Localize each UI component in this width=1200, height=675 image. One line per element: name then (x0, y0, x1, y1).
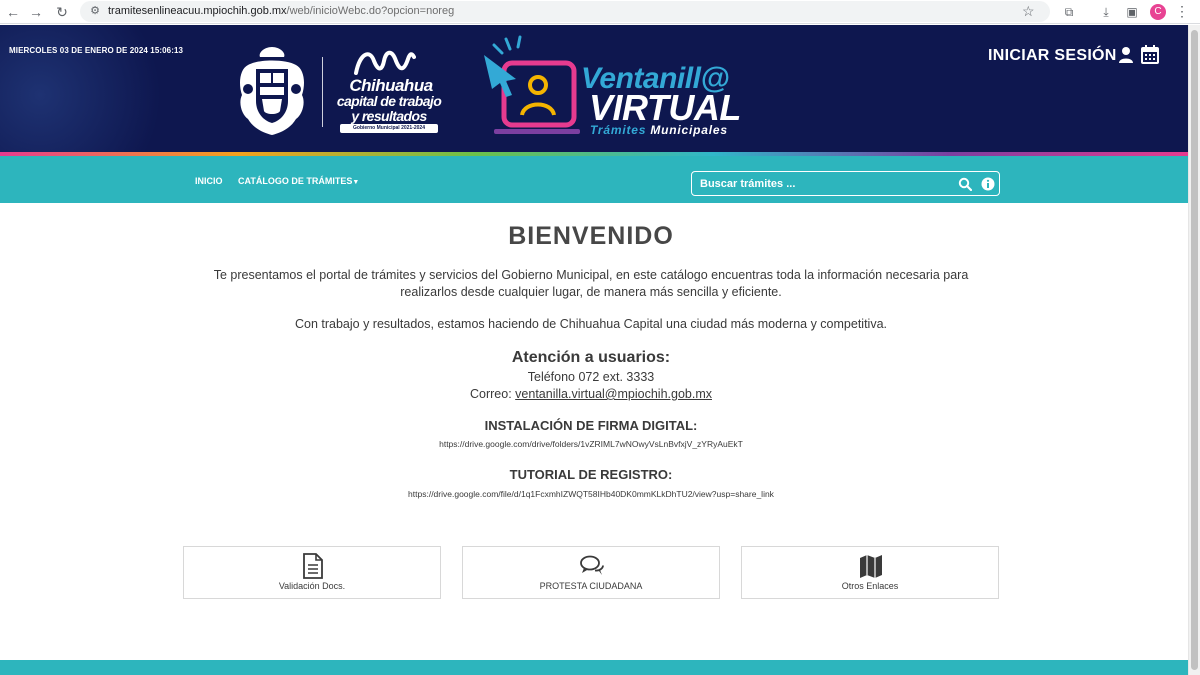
scrollbar-thumb[interactable] (1191, 30, 1198, 670)
caret-down-icon: ▼ (352, 179, 360, 186)
main-content: BIENVENIDO Te presentamos el portal de t… (0, 203, 1188, 660)
nav-catalogo-label: CATÁLOGO DE TRÁMITES (238, 176, 353, 186)
search-icon[interactable] (958, 177, 972, 191)
firma-heading: INSTALACIÓN DE FIRMA DIGITAL: (484, 418, 698, 433)
portal-subtitle-word2: Municipales (650, 123, 728, 137)
municipality-slogan-line2: y resultados (351, 108, 427, 124)
coat-of-arms-icon (240, 47, 304, 135)
site-settings-icon[interactable]: ⚙ (88, 4, 102, 18)
intro-paragraph: Te presentamos el portal de trámites y s… (0, 267, 1182, 301)
browser-toolbar: ← → ↻ ⚙ tramitesenlineacuu.mpiochih.gob.… (0, 0, 1200, 24)
scrollbar[interactable] (1188, 25, 1200, 675)
profile-avatar[interactable]: C (1150, 4, 1166, 20)
download-icon[interactable]: ⤓ (1098, 4, 1114, 20)
card-protesta-ciudadana[interactable]: PROTESTA CIUDADANA (462, 546, 720, 599)
sidebar-icon[interactable]: ▣ (1124, 4, 1140, 20)
browser-menu-icon[interactable]: ⋮ (1175, 3, 1189, 20)
extensions-icon[interactable]: ⧉ (1061, 4, 1077, 20)
firma-link[interactable]: https://drive.google.com/drive/folders/1… (0, 439, 1182, 449)
user-icon[interactable] (1118, 46, 1134, 64)
intro-line-2: realizarlos desde cualquier lugar, de ma… (400, 285, 782, 299)
page-title: BIENVENIDO (508, 222, 674, 250)
logo-divider (322, 57, 323, 127)
comments-icon (580, 555, 604, 575)
current-datetime: MIERCOLES 03 DE ENERO DE 2024 15:06:13 (9, 46, 184, 55)
portal-subtitle-word1: Trámites (590, 123, 647, 137)
map-icon (860, 555, 882, 578)
header-background-decoration (0, 25, 240, 153)
bookmark-star-icon[interactable]: ☆ (1022, 3, 1035, 20)
intro-paragraph-2: Con trabajo y resultados, estamos hacien… (294, 317, 887, 331)
url-host: tramitesenlineacuu.mpiochih.gob.mx (108, 5, 287, 17)
municipality-mark-icon (354, 50, 416, 75)
email-link[interactable]: ventanilla.virtual@mpiochih.gob.mx (515, 387, 712, 401)
municipality-slogan-line1: capital de trabajo (336, 93, 442, 109)
card-otros-enlaces[interactable]: Otros Enlaces (741, 546, 999, 599)
card-validacion-docs[interactable]: Validación Docs. (183, 546, 441, 599)
attention-heading: Atención a usuarios: (511, 349, 671, 366)
intro-line-1: Te presentamos el portal de trámites y s… (213, 268, 969, 282)
forward-arrow-icon[interactable]: → (27, 3, 45, 21)
url-text[interactable]: tramitesenlineacuu.mpiochih.gob.mx/web/i… (108, 5, 454, 17)
main-navbar: INICIO CATÁLOGO DE TRÁMITES▼ (0, 156, 1188, 203)
url-path: /web/inicioWebc.do?opcion=noreg (286, 5, 455, 17)
info-icon[interactable] (981, 177, 995, 191)
card-label: Otros Enlaces (841, 581, 899, 591)
search-input[interactable] (700, 176, 950, 192)
tutorial-link[interactable]: https://drive.google.com/file/d/1q1Fcxmh… (0, 489, 1182, 499)
email-prefix: Correo: (470, 387, 512, 401)
card-label: PROTESTA CIUDADANA (539, 581, 643, 591)
login-link[interactable]: INICIAR SESIÓN (988, 47, 1117, 65)
search-box (691, 171, 1000, 196)
address-bar[interactable]: ⚙ tramitesenlineacuu.mpiochih.gob.mx/web… (80, 1, 1050, 22)
tutorial-heading: TUTORIAL DE REGISTRO: (509, 467, 673, 482)
portal-subtitle: Trámites Municipales (590, 123, 728, 137)
phone-text: Teléfono 072 ext. 3333 (527, 370, 655, 384)
email-line: Correo: ventanilla.virtual@mpiochih.gob.… (0, 387, 1182, 401)
back-arrow-icon[interactable]: ← (4, 3, 22, 21)
calendar-icon[interactable] (1141, 45, 1159, 64)
card-label: Validación Docs. (278, 581, 346, 591)
site-header: MIERCOLES 03 DE ENERO DE 2024 15:06:13 C… (0, 25, 1188, 153)
municipality-tagline: Gobierno Municipal 2021-2024 (340, 124, 438, 133)
footer-strip (0, 660, 1188, 675)
nav-catalogo-dropdown[interactable]: CATÁLOGO DE TRÁMITES▼ (238, 176, 359, 186)
nav-inicio[interactable]: INICIO (195, 176, 223, 186)
reload-icon[interactable]: ↻ (53, 3, 71, 21)
document-icon (303, 553, 323, 579)
